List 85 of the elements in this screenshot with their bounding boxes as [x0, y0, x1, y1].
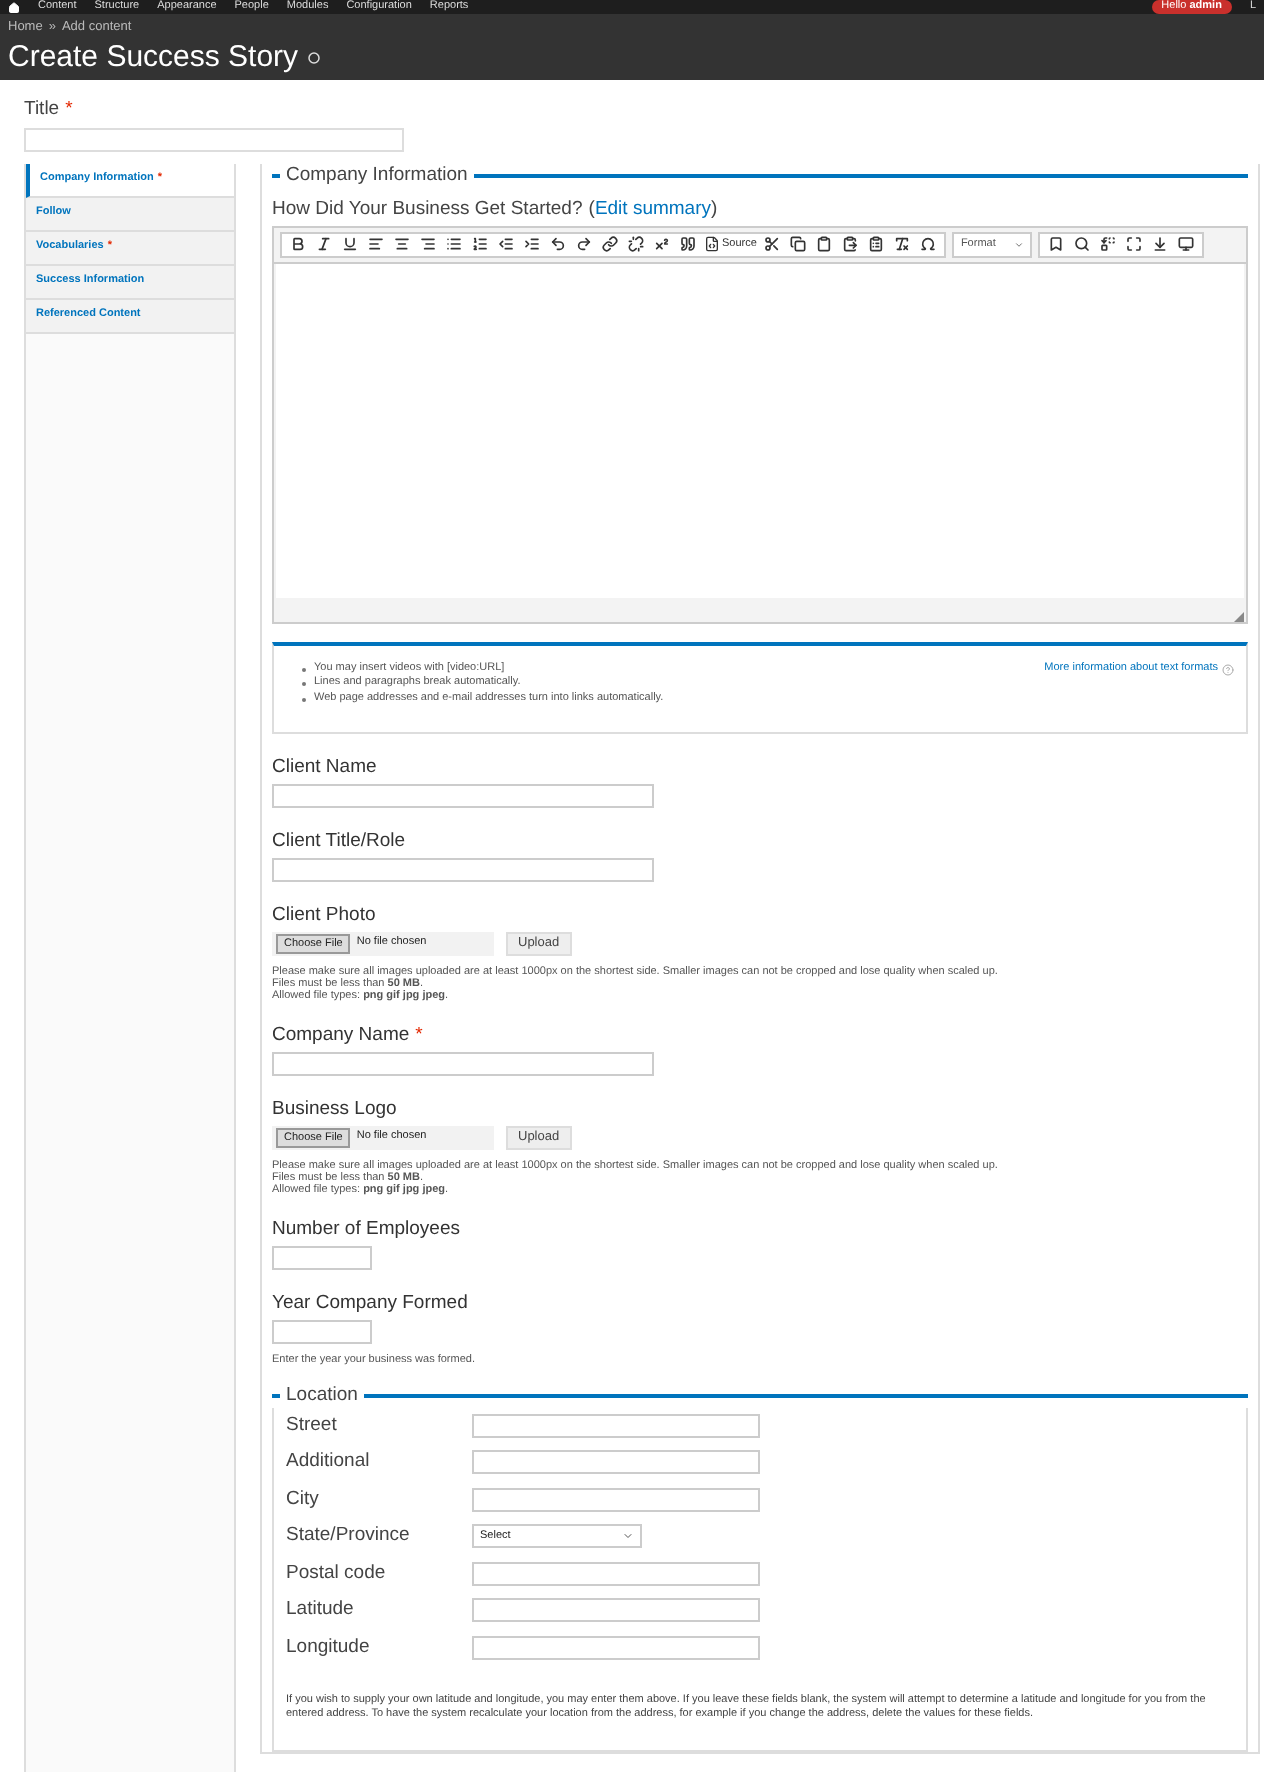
text-field[interactable] — [272, 783, 654, 807]
search-button[interactable] — [1070, 232, 1095, 256]
paren: ( — [588, 197, 595, 221]
field-label: Additional — [286, 1448, 372, 1477]
maximize-icon — [1126, 236, 1143, 252]
numbered-list-icon — [472, 236, 488, 252]
unlink-icon — [628, 236, 644, 252]
field-label: How Did Your Business Get Started? — [272, 197, 583, 221]
unlink-button[interactable] — [624, 232, 648, 256]
field-label: Year Company Formed — [272, 1291, 468, 1315]
field-label: Title — [24, 97, 60, 121]
underline-icon — [342, 236, 358, 252]
section-legend: Company Information — [280, 163, 474, 187]
align-center-icon — [394, 236, 410, 252]
quote-icon — [680, 236, 696, 252]
required-mark: * — [415, 1023, 423, 1047]
edit-summary-link[interactable]: Edit summary — [594, 197, 712, 221]
text-field[interactable] — [272, 1051, 654, 1075]
text-field[interactable] — [272, 1319, 372, 1343]
bold-icon — [290, 236, 306, 252]
caret-icon — [1014, 239, 1025, 249]
omega-icon — [920, 236, 937, 252]
field-label: Postal code — [286, 1559, 388, 1588]
text-field[interactable] — [472, 1413, 760, 1438]
underline-button[interactable] — [338, 232, 362, 256]
undo-icon — [550, 236, 566, 252]
field-label: Number of Employees — [272, 1217, 460, 1241]
paren: ) — [711, 197, 718, 221]
monitor-button[interactable] — [1174, 232, 1199, 256]
paste-text-icon — [842, 236, 859, 252]
paste-word-icon — [868, 236, 885, 252]
section-legend: Location — [280, 1383, 364, 1407]
field-label: Client Photo — [272, 903, 376, 927]
text-field[interactable] — [272, 857, 654, 881]
superscript-icon — [654, 236, 670, 252]
field-label: Client Title/Role — [272, 829, 406, 853]
search-icon — [1074, 236, 1091, 252]
paste-icon — [816, 236, 833, 252]
field-label: Longitude — [286, 1633, 372, 1662]
undo-button[interactable] — [546, 232, 570, 256]
field-label: City — [286, 1485, 321, 1514]
align-left-icon — [368, 236, 384, 252]
home-icon[interactable] — [8, 1, 20, 14]
page-title: Create Success Story — [8, 38, 299, 79]
replace-button[interactable] — [1096, 232, 1121, 256]
replace-icon — [1100, 236, 1117, 252]
remove-format-icon — [894, 236, 911, 252]
link-button[interactable] — [598, 232, 622, 256]
bullet-list-icon — [446, 236, 462, 252]
superscript-button[interactable] — [650, 232, 674, 256]
field-label: Street — [286, 1411, 339, 1440]
omega-button[interactable] — [916, 232, 941, 256]
required-mark: * — [65, 97, 73, 121]
text-field[interactable] — [472, 1487, 760, 1512]
indent-icon — [524, 236, 540, 252]
text-field[interactable] — [472, 1561, 760, 1586]
document-icon — [704, 236, 720, 252]
text-field[interactable] — [472, 1635, 760, 1660]
italic-icon — [316, 236, 332, 252]
redo-icon — [576, 236, 592, 252]
field-label: Client Name — [272, 755, 377, 779]
paste-text-button[interactable] — [838, 232, 863, 256]
text-field[interactable] — [272, 1245, 372, 1269]
link-icon — [602, 236, 618, 252]
monitor-icon — [1178, 236, 1195, 252]
align-right-icon — [420, 236, 436, 252]
copy-button[interactable] — [786, 232, 811, 256]
bookmark-icon — [1048, 236, 1065, 252]
field-label: State/Province — [286, 1522, 412, 1551]
outdent-icon — [498, 236, 514, 252]
copy-icon — [790, 236, 807, 252]
resize-handle-icon[interactable] — [1234, 611, 1244, 621]
field-label: Company Name — [272, 1023, 410, 1047]
redo-button[interactable] — [572, 232, 596, 256]
chevron-down-icon — [622, 1530, 634, 1543]
numbered-list-button[interactable] — [468, 232, 492, 256]
quote-button[interactable] — [676, 232, 700, 256]
text-field[interactable] — [472, 1450, 760, 1475]
cut-icon — [764, 236, 781, 252]
maximize-button[interactable] — [1122, 232, 1147, 256]
text-field[interactable] — [472, 1598, 760, 1623]
field-label: Latitude — [286, 1596, 356, 1625]
title-field[interactable] — [24, 127, 404, 151]
field-label: Business Logo — [272, 1097, 397, 1121]
download-icon — [1152, 236, 1169, 252]
